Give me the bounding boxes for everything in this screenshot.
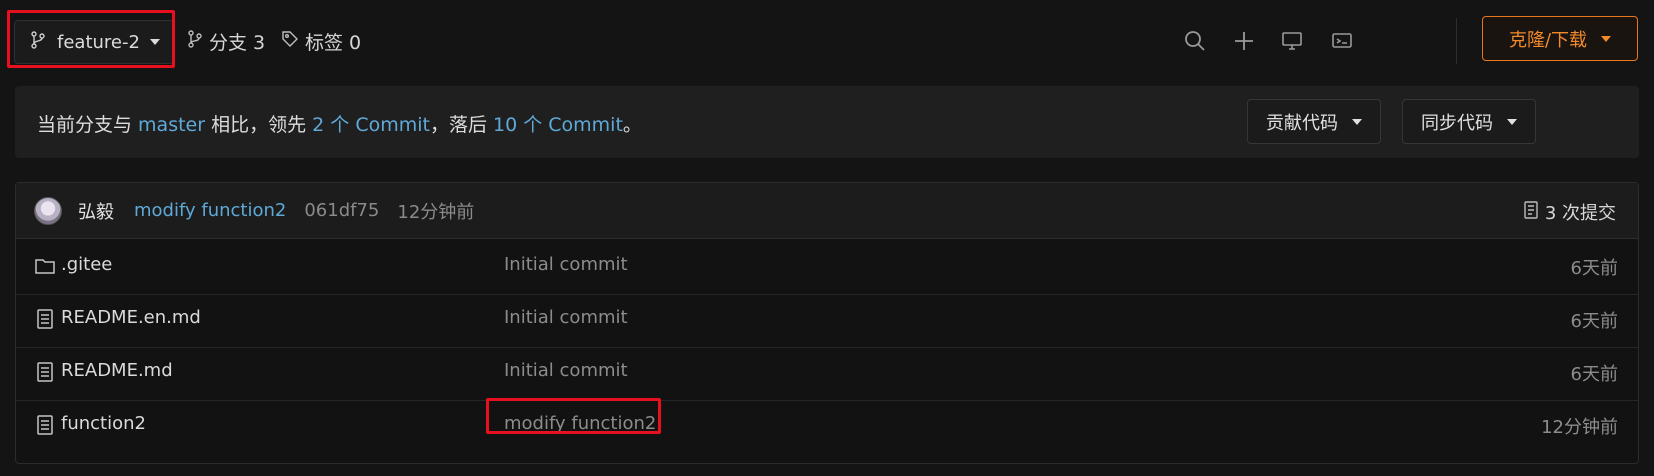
commits-count: 3 次提交	[1544, 203, 1616, 224]
tags-count: 标签 0	[305, 32, 362, 54]
branch-name: feature-2	[57, 31, 140, 53]
branch-icon	[31, 30, 45, 54]
commit-time: 12分钟前	[397, 201, 475, 223]
avatar[interactable]	[34, 196, 62, 225]
file-list-panel: 弘毅 modify function2 061df75 12分钟前 3 次提交 …	[15, 182, 1639, 464]
file-commit-message[interactable]: Initial commit	[504, 307, 628, 328]
terminal-icon[interactable]	[1327, 26, 1357, 56]
file-text-icon	[34, 308, 56, 330]
base-branch-link[interactable]: master	[138, 114, 205, 136]
compare-text: 当前分支与 master 相比，领先 2 个 Commit，落后 10 个 Co…	[37, 110, 642, 137]
file-name[interactable]: function2	[61, 413, 146, 434]
file-text-icon	[34, 361, 56, 383]
contribute-code-button[interactable]: 贡献代码	[1247, 99, 1381, 144]
compare-mid2: ，落后	[429, 114, 494, 136]
compare-prefix: 当前分支与	[37, 114, 139, 136]
commit-log-icon	[1523, 200, 1539, 225]
commit-author[interactable]: 弘毅	[78, 198, 114, 224]
toolbar-divider	[1456, 18, 1457, 64]
file-name[interactable]: README.en.md	[61, 307, 201, 328]
plus-icon[interactable]	[1229, 26, 1259, 56]
file-name[interactable]: .gitee	[61, 254, 112, 275]
latest-commit-message[interactable]: modify function2	[134, 200, 286, 221]
file-row[interactable]: function2 modify function2 12分钟前	[16, 398, 1638, 454]
tag-icon	[281, 30, 299, 53]
chevron-down-icon	[1507, 118, 1517, 125]
monitor-icon[interactable]	[1277, 26, 1307, 56]
commit-sha[interactable]: 061df75	[304, 200, 379, 221]
file-commit-message[interactable]: Initial commit	[504, 360, 628, 381]
commits-count-link[interactable]: 3 次提交	[1523, 199, 1616, 225]
file-time: 6天前	[1570, 364, 1618, 385]
chevron-down-icon	[1601, 35, 1612, 42]
branch-icon	[187, 30, 203, 53]
branches-link[interactable]: 分支 3	[187, 28, 265, 55]
file-name[interactable]: README.md	[61, 360, 173, 381]
chevron-down-icon	[149, 39, 160, 45]
file-time: 6天前	[1570, 311, 1618, 332]
latest-commit-bar: 弘毅 modify function2 061df75 12分钟前 3 次提交	[16, 183, 1638, 239]
branches-count: 分支 3	[209, 32, 266, 54]
chevron-down-icon	[1352, 118, 1362, 125]
compare-suffix: 。	[622, 114, 642, 136]
compare-mid1: 相比，领先	[205, 114, 313, 136]
file-row[interactable]: .gitee Initial commit 6天前	[16, 239, 1638, 295]
behind-commits-link[interactable]: 10 个 Commit	[493, 114, 623, 136]
folder-icon	[34, 255, 56, 277]
branch-selector[interactable]: feature-2	[14, 20, 174, 64]
clone-download-button[interactable]: 克隆/下载	[1482, 16, 1638, 61]
repo-toolbar: feature-2 分支 3 标签 0 克隆/下载	[0, 0, 1654, 86]
search-icon[interactable]	[1180, 26, 1210, 56]
sync-code-button[interactable]: 同步代码	[1402, 99, 1536, 144]
sync-label: 同步代码	[1421, 112, 1493, 134]
branch-compare-banner: 当前分支与 master 相比，领先 2 个 Commit，落后 10 个 Co…	[15, 86, 1639, 158]
file-row[interactable]: README.en.md Initial commit 6天前	[16, 292, 1638, 348]
clone-label: 克隆/下载	[1508, 29, 1588, 51]
ahead-commits-link[interactable]: 2 个 Commit	[312, 114, 430, 136]
file-text-icon	[34, 414, 56, 436]
contribute-label: 贡献代码	[1266, 112, 1338, 134]
tags-link[interactable]: 标签 0	[281, 28, 361, 55]
file-row[interactable]: README.md Initial commit 6天前	[16, 345, 1638, 401]
file-time: 6天前	[1570, 258, 1618, 279]
file-time: 12分钟前	[1541, 417, 1618, 438]
file-commit-message[interactable]: Initial commit	[504, 254, 628, 275]
file-commit-message[interactable]: modify function2	[504, 413, 656, 434]
